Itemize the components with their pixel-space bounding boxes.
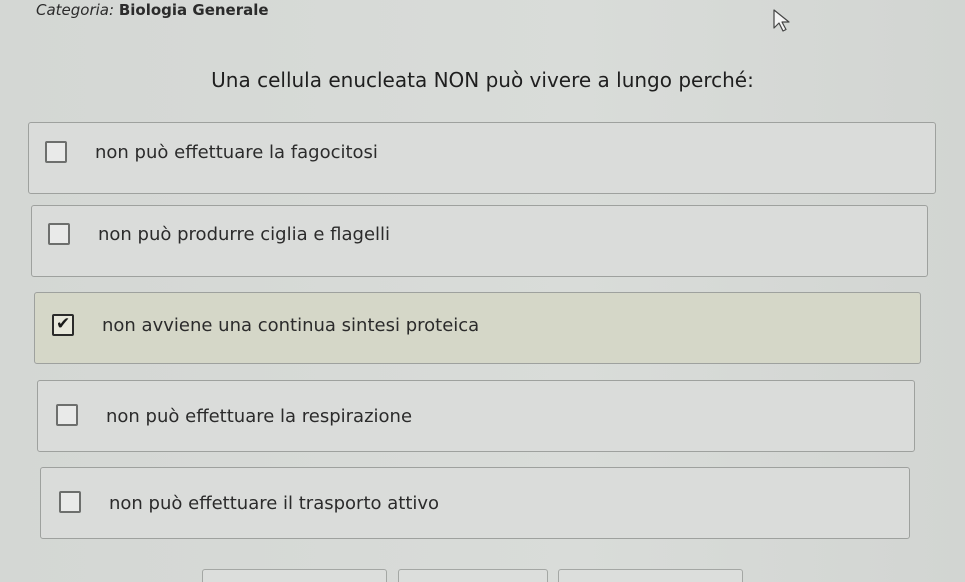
arrow-cursor-icon bbox=[773, 9, 790, 32]
answer-option-3[interactable]: ✔ non avviene una continua sintesi prote… bbox=[34, 292, 921, 364]
answer-option-5[interactable]: non può effettuare il trasporto attivo bbox=[40, 467, 910, 539]
quiz-page: Categoria: Biologia Generale Una cellula… bbox=[0, 0, 965, 582]
answer-option-1[interactable]: non può effettuare la fagocitosi bbox=[28, 122, 936, 194]
category-value: Biologia Generale bbox=[118, 1, 269, 19]
nav-button-3[interactable] bbox=[558, 569, 743, 582]
answer-option-label: non può produrre ciglia e flagelli bbox=[98, 223, 391, 245]
checkbox[interactable] bbox=[56, 404, 78, 426]
category-label: Categoria: bbox=[36, 1, 115, 19]
answer-option-4[interactable]: non può effettuare la respirazione bbox=[37, 380, 915, 452]
checkmark-icon: ✔ bbox=[56, 314, 71, 334]
answer-option-label: non avviene una continua sintesi proteic… bbox=[102, 314, 480, 336]
checkbox[interactable] bbox=[48, 223, 70, 245]
answer-option-label: non può effettuare la respirazione bbox=[106, 405, 413, 427]
checkbox[interactable] bbox=[59, 491, 81, 513]
category-header: Categoria: Biologia Generale bbox=[36, 1, 269, 19]
nav-button-1[interactable] bbox=[202, 569, 387, 582]
answer-option-label: non può effettuare la fagocitosi bbox=[95, 141, 378, 163]
checkbox-checked[interactable]: ✔ bbox=[52, 314, 74, 336]
answer-option-label: non può effettuare il trasporto attivo bbox=[109, 492, 440, 514]
answer-option-2[interactable]: non può produrre ciglia e flagelli bbox=[31, 205, 928, 277]
checkbox[interactable] bbox=[45, 141, 67, 163]
question-text: Una cellula enucleata NON può vivere a l… bbox=[211, 68, 754, 92]
nav-button-2[interactable] bbox=[398, 569, 548, 582]
